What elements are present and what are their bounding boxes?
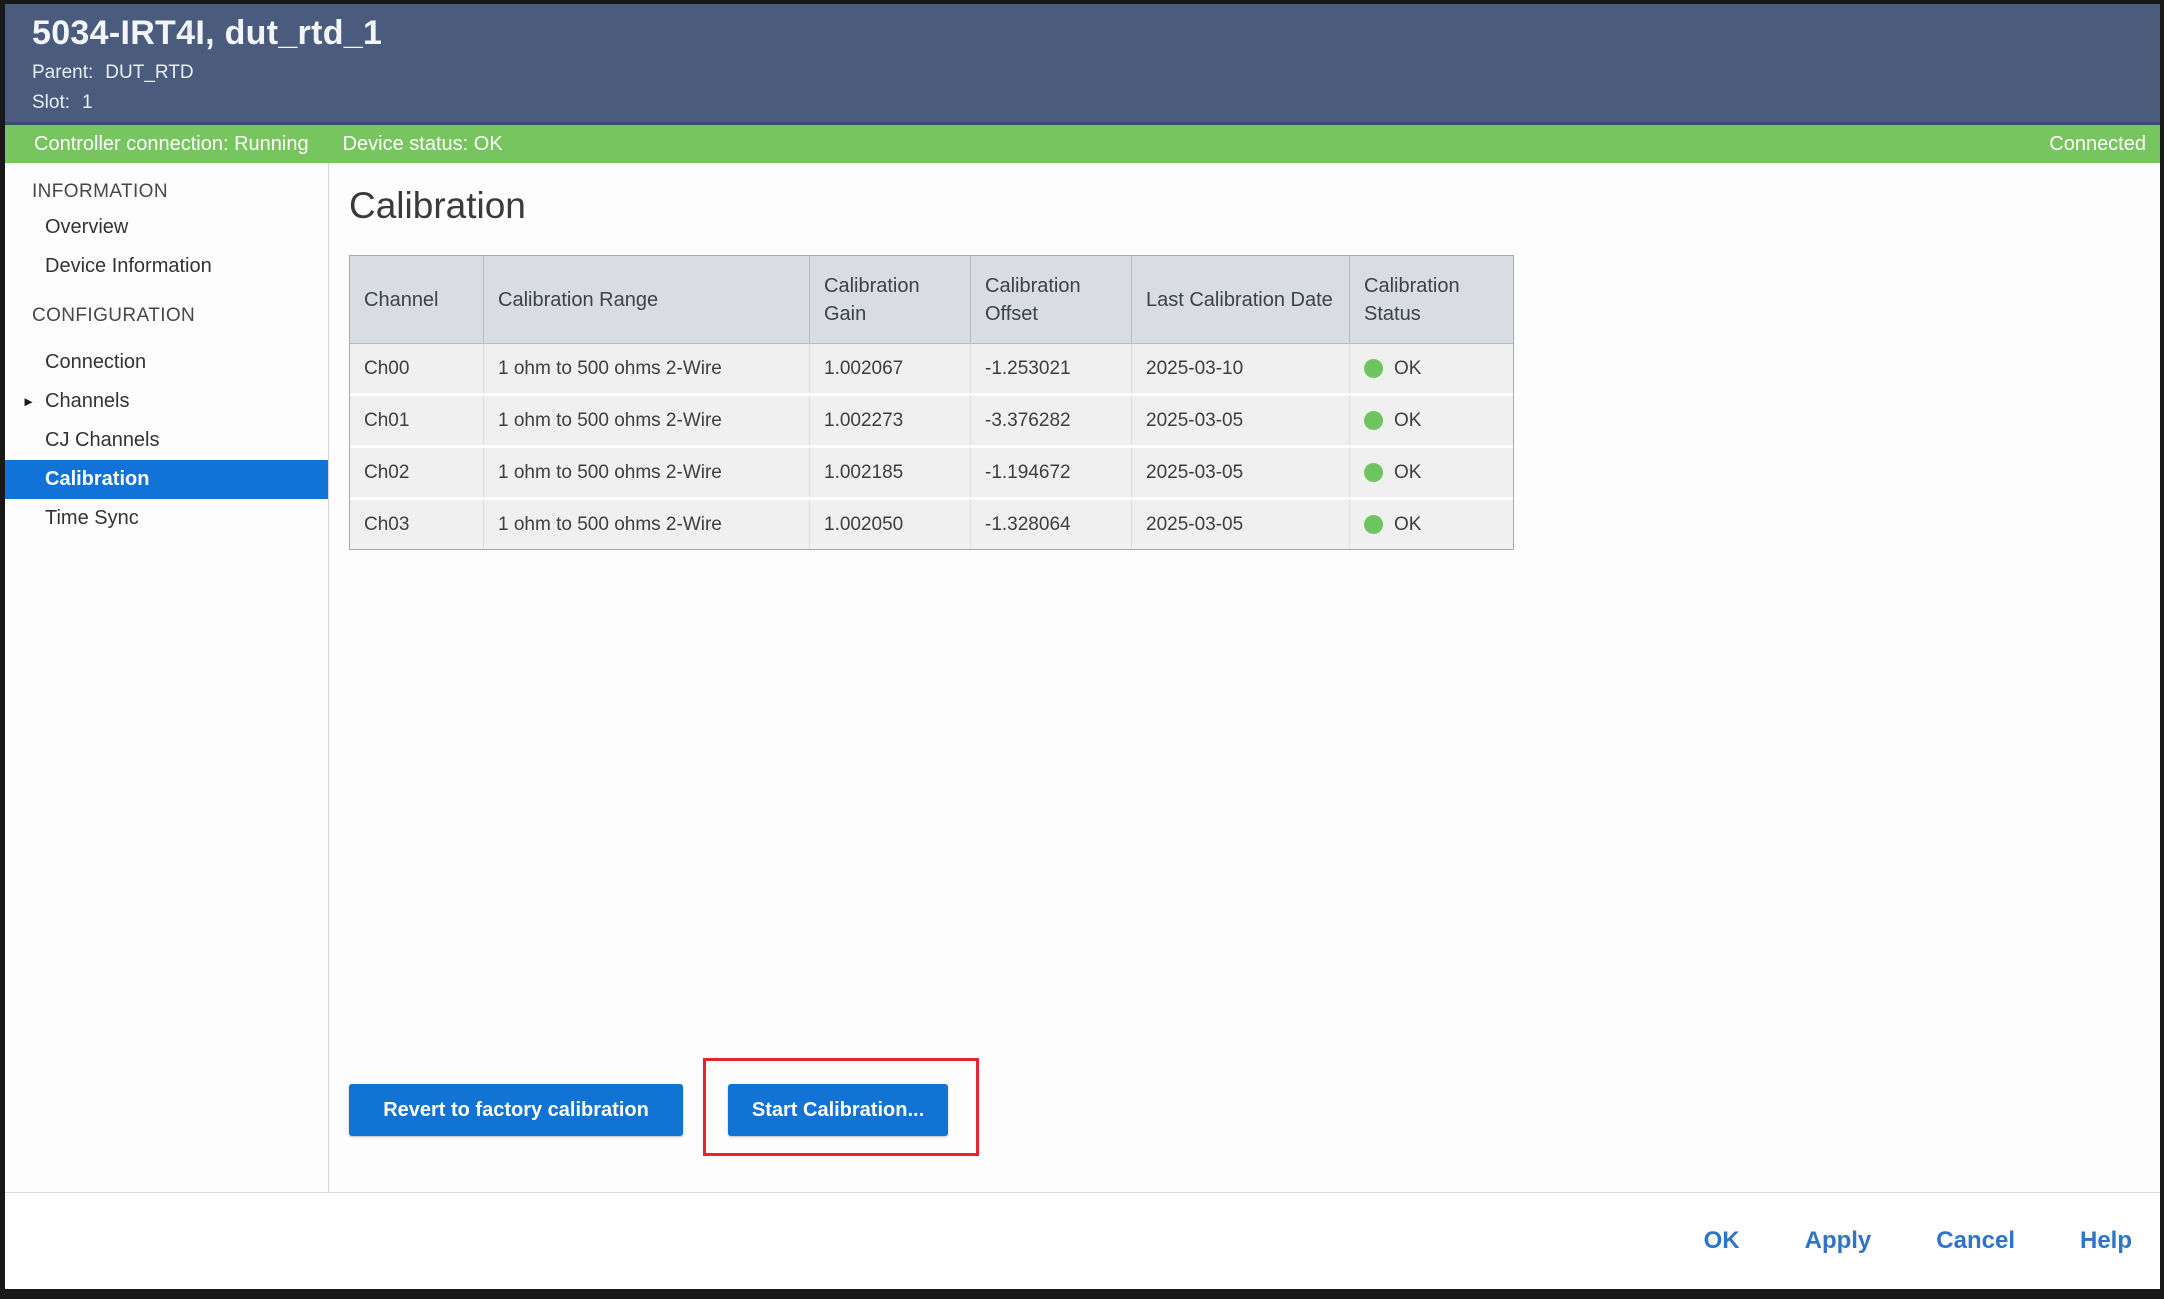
- cell-range: 1 ohm to 500 ohms 2-Wire: [484, 396, 810, 445]
- sidebar: INFORMATION Overview Device Information …: [5, 163, 329, 1192]
- column-header-calibration-gain: Calibration Gain: [810, 256, 971, 344]
- status-bar: Controller connection: Running Device st…: [5, 125, 2160, 163]
- cell-channel: Ch03: [350, 500, 484, 549]
- content-area: INFORMATION Overview Device Information …: [5, 163, 2160, 1192]
- cell-gain: 1.002273: [810, 396, 971, 445]
- connection-state: Connected: [2049, 133, 2146, 156]
- sidebar-item-overview[interactable]: Overview: [5, 208, 328, 247]
- column-header-channel: Channel: [350, 256, 484, 344]
- cell-gain: 1.002067: [810, 344, 971, 393]
- cell-status: OK: [1350, 500, 1513, 549]
- device-header: 5034-IRT4I, dut_rtd_1 Parent: DUT_RTD Slo…: [5, 4, 2160, 125]
- cell-range: 1 ohm to 500 ohms 2-Wire: [484, 448, 810, 497]
- sidebar-item-cj-channels[interactable]: CJ Channels: [5, 421, 328, 460]
- cell-channel: Ch02: [350, 448, 484, 497]
- cell-status: OK: [1350, 448, 1513, 497]
- sidebar-item-label: Time Sync: [45, 507, 139, 530]
- cell-date: 2025-03-10: [1132, 344, 1350, 393]
- expand-arrow-icon[interactable]: ▶: [24, 395, 32, 407]
- cell-range: 1 ohm to 500 ohms 2-Wire: [484, 500, 810, 549]
- cell-status: OK: [1350, 396, 1513, 445]
- column-header-last-calibration-date: Last Calibration Date: [1132, 256, 1350, 344]
- device-title: 5034-IRT4I, dut_rtd_1: [32, 14, 2160, 53]
- sidebar-item-connection[interactable]: Connection: [5, 343, 328, 382]
- ok-button[interactable]: OK: [1704, 1227, 1740, 1255]
- column-header-calibration-range: Calibration Range: [484, 256, 810, 344]
- main-panel: Calibration Channel Calibration Range Ca…: [329, 163, 2160, 1192]
- sidebar-item-time-sync[interactable]: Time Sync: [5, 499, 328, 538]
- cell-offset: -1.328064: [971, 500, 1132, 549]
- sidebar-item-device-information[interactable]: Device Information: [5, 247, 328, 286]
- status-text: OK: [1394, 514, 1421, 536]
- revert-factory-calibration-button[interactable]: Revert to factory calibration: [349, 1084, 683, 1136]
- calibration-table: Channel Calibration Range Calibration Ga…: [349, 255, 1514, 550]
- page-title: Calibration: [349, 185, 526, 227]
- parent-label: Parent:: [32, 62, 93, 83]
- slot-row: Slot: 1: [32, 92, 2160, 114]
- sidebar-item-calibration[interactable]: Calibration: [5, 460, 328, 499]
- parent-row: Parent: DUT_RTD: [32, 62, 2160, 84]
- table-row: Ch01 1 ohm to 500 ohms 2-Wire 1.002273 -…: [350, 396, 1513, 448]
- footer-bar: OK Apply Cancel Help: [5, 1192, 2160, 1289]
- status-text: OK: [1394, 462, 1421, 484]
- device-status: Device status: OK: [343, 133, 503, 156]
- cell-status: OK: [1350, 344, 1513, 393]
- help-button[interactable]: Help: [2080, 1227, 2132, 1255]
- cell-date: 2025-03-05: [1132, 448, 1350, 497]
- column-header-calibration-offset: Calibration Offset: [971, 256, 1132, 344]
- sidebar-item-label: Channels: [45, 390, 130, 413]
- cell-date: 2025-03-05: [1132, 500, 1350, 549]
- cell-date: 2025-03-05: [1132, 396, 1350, 445]
- sidebar-item-label: Device Information: [45, 255, 212, 278]
- table-row: Ch00 1 ohm to 500 ohms 2-Wire 1.002067 -…: [350, 344, 1513, 396]
- slot-label: Slot:: [32, 92, 70, 113]
- cell-gain: 1.002050: [810, 500, 971, 549]
- cell-channel: Ch00: [350, 344, 484, 393]
- cell-offset: -3.376282: [971, 396, 1132, 445]
- sidebar-item-label: Connection: [45, 351, 146, 374]
- status-ok-dot-icon: [1364, 411, 1383, 430]
- table-header-row: Channel Calibration Range Calibration Ga…: [350, 256, 1513, 344]
- cancel-button[interactable]: Cancel: [1936, 1227, 2015, 1255]
- status-text: OK: [1394, 410, 1421, 432]
- parent-value: DUT_RTD: [105, 62, 193, 83]
- start-calibration-button[interactable]: Start Calibration...: [728, 1084, 948, 1136]
- status-bar-left: Controller connection: Running Device st…: [34, 133, 503, 156]
- apply-button[interactable]: Apply: [1805, 1227, 1872, 1255]
- status-ok-dot-icon: [1364, 359, 1383, 378]
- table-row: Ch02 1 ohm to 500 ohms 2-Wire 1.002185 -…: [350, 448, 1513, 500]
- status-ok-dot-icon: [1364, 515, 1383, 534]
- controller-connection-status: Controller connection: Running: [34, 133, 309, 156]
- cell-range: 1 ohm to 500 ohms 2-Wire: [484, 344, 810, 393]
- column-header-calibration-status: Calibration Status: [1350, 256, 1513, 344]
- table-row: Ch03 1 ohm to 500 ohms 2-Wire 1.002050 -…: [350, 500, 1513, 549]
- sidebar-item-label: Overview: [45, 216, 128, 239]
- sidebar-item-label: Calibration: [45, 468, 149, 491]
- sidebar-section-configuration: CONFIGURATION: [5, 303, 328, 329]
- app-window: 5034-IRT4I, dut_rtd_1 Parent: DUT_RTD Slo…: [0, 0, 2164, 1299]
- sidebar-item-label: CJ Channels: [45, 429, 160, 452]
- sidebar-section-information: INFORMATION: [5, 179, 328, 205]
- sidebar-item-channels[interactable]: ▶ Channels: [5, 382, 328, 421]
- slot-value: 1: [82, 92, 93, 113]
- status-ok-dot-icon: [1364, 463, 1383, 482]
- status-text: OK: [1394, 358, 1421, 380]
- cell-channel: Ch01: [350, 396, 484, 445]
- cell-offset: -1.194672: [971, 448, 1132, 497]
- cell-gain: 1.002185: [810, 448, 971, 497]
- cell-offset: -1.253021: [971, 344, 1132, 393]
